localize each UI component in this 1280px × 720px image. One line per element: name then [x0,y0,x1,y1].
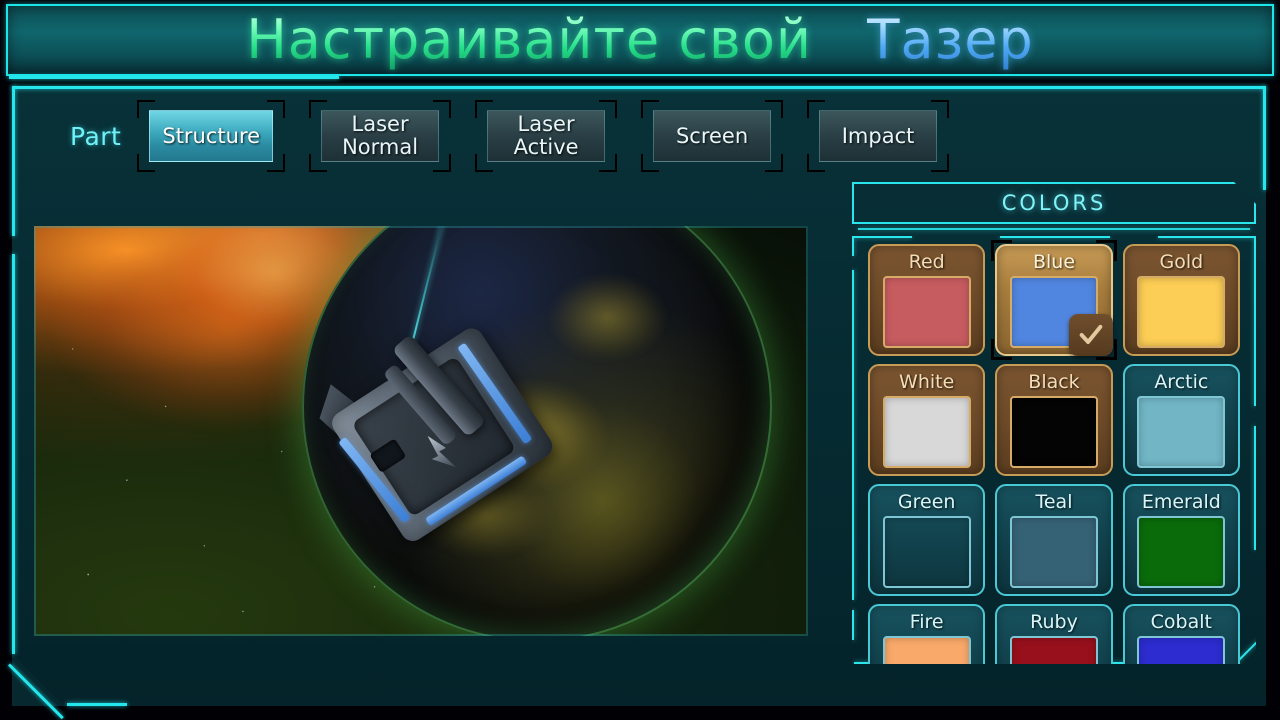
color-swatch-label: Fire [909,611,944,633]
color-swatch-label: Black [1028,371,1080,393]
color-swatch-chip [1137,396,1226,468]
tab-corner-bracket [309,154,328,172]
color-swatch-ruby[interactable]: Ruby [995,604,1113,664]
part-selector: Part Structure Laser Normal Laser Active Sc… [70,100,973,172]
tab-label: Impact [841,123,915,148]
color-swatch-label: Arctic [1154,371,1209,393]
color-swatch-chip [1009,636,1098,664]
tab-corner-bracket [475,100,494,118]
color-swatch-chip [1137,276,1226,348]
tab-corner-bracket [599,154,618,172]
tab-label: Laser Active [513,112,579,159]
app-root: Настраивайте свой Тазер Part Structure La… [0,0,1280,720]
tab-corner-bracket [267,100,286,118]
color-swatch-chip [882,396,971,468]
tab-label: Screen [675,123,749,148]
tab-button[interactable]: Structure [149,110,274,162]
frame-top-accent [9,76,339,79]
tab-screen[interactable]: Screen [641,100,784,172]
tab-label: Structure [162,123,261,148]
color-swatch-chip [1137,636,1226,664]
frame-left-lower [12,254,15,654]
tab-corner-bracket [641,100,660,118]
page-title: Настраивайте свой Тазер [246,13,1034,67]
tab-corner-bracket [433,100,452,118]
color-swatch-black[interactable]: Black [995,364,1113,476]
tab-corner-bracket [807,154,826,172]
tab-corner-bracket [137,100,156,118]
tab-corner-bracket [137,154,156,172]
color-swatch-emerald[interactable]: Emerald [1122,484,1240,596]
colors-panel[interactable]: Red Blue Gold White Black Arctic Green Teal Emer… [852,236,1256,664]
tab-impact[interactable]: Impact [807,100,950,172]
check-icon [1068,314,1113,356]
frame-bottom [67,703,127,706]
tab-laser-active[interactable]: Laser Active [475,100,618,172]
color-swatch-label: Blue [1032,251,1076,273]
color-swatch-label: White [899,371,955,393]
frame-top [12,86,1266,89]
planet-landmass [537,266,678,370]
tab-corner-bracket [309,100,328,118]
color-swatch-label: Cobalt [1150,611,1212,633]
tab-corner-bracket [807,100,826,118]
color-swatch-label: Gold [1159,251,1204,273]
color-swatch-blue[interactable]: Blue [991,240,1117,360]
tab-corner-bracket [267,154,286,172]
tab-corner-bracket [765,154,784,172]
tab-corner-bracket [475,154,494,172]
part-label: Part [70,121,122,151]
tab-corner-bracket [931,154,950,172]
color-swatch-cobalt[interactable]: Cobalt [1122,604,1240,664]
color-swatch-teal[interactable]: Teal [995,484,1113,596]
tab-corner-bracket [641,154,660,172]
color-swatch-gold[interactable]: Gold [1122,244,1240,356]
color-swatch-chip [882,636,971,664]
page-title-segment-2: Тазер [866,8,1034,71]
tab-structure[interactable]: Structure [137,100,286,172]
tab-button[interactable]: Laser Normal [321,110,440,162]
color-swatch-white[interactable]: White [868,364,986,476]
frame-right [1263,86,1266,190]
frame-left-upper [12,86,15,236]
tab-laser-normal[interactable]: Laser Normal [309,100,452,172]
tab-button[interactable]: Screen [653,110,772,162]
tab-corner-bracket [599,100,618,118]
color-swatch-label: Teal [1035,491,1073,513]
tab-corner-bracket [931,100,950,118]
color-swatch-chip [1009,396,1098,468]
title-bar: Настраивайте свой Тазер [6,4,1274,76]
color-swatch-fire[interactable]: Fire [868,604,986,664]
color-swatch-label: Green [897,491,956,513]
tab-corner-bracket [765,100,784,118]
color-swatch-green[interactable]: Green [868,484,986,596]
color-swatch-chip [882,516,971,588]
model-preview-viewport[interactable] [34,226,808,636]
color-swatch-label: Red [908,251,945,273]
tab-label: Laser Normal [342,112,419,159]
color-swatch-red[interactable]: Red [868,244,986,356]
colors-header-underline [858,228,1250,230]
color-swatch-arctic[interactable]: Arctic [1122,364,1240,476]
colors-panel-header: COLORS [852,182,1256,224]
color-swatch-label: Emerald [1141,491,1221,513]
colors-header-title: COLORS [1001,191,1107,215]
color-swatch-grid: Red Blue Gold White Black Arctic Green Teal Emer… [868,240,1240,664]
color-swatch-chip [882,276,971,348]
part-tab-list: Structure Laser Normal Laser Active Screen I… [137,100,973,172]
page-title-segment-1: Настраивайте свой [246,8,812,71]
tab-button[interactable]: Impact [819,110,938,162]
color-swatch-chip [1009,516,1098,588]
color-swatch-chip [1137,516,1226,588]
color-swatch-label: Ruby [1030,611,1078,633]
tab-corner-bracket [433,154,452,172]
tab-button[interactable]: Laser Active [487,110,606,162]
